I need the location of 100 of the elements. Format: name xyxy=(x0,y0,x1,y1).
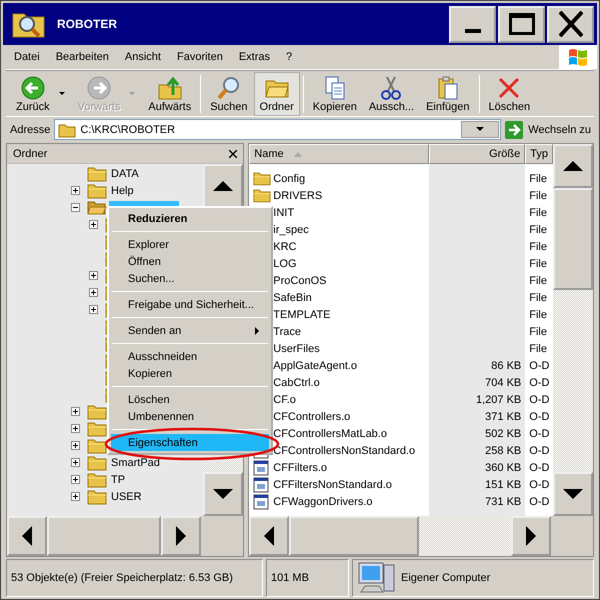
tree-item[interactable]: SmartPad xyxy=(109,456,162,468)
toolbar-button[interactable]: Zurück xyxy=(10,72,56,116)
status-text: Eigener Computer xyxy=(401,572,490,584)
menu-item[interactable]: Öffnen xyxy=(111,253,269,270)
file-type: File xyxy=(529,224,547,236)
dropdown-button[interactable] xyxy=(461,121,500,138)
file-type: File xyxy=(529,190,547,202)
file-name[interactable]: Config xyxy=(273,172,306,184)
horizontal-scrollbar[interactable] xyxy=(249,516,593,556)
file-size: 360 KB xyxy=(485,462,522,474)
menu-item[interactable]: Datei xyxy=(6,51,48,63)
scroll-left-button[interactable] xyxy=(7,516,47,556)
tree-item[interactable]: Help xyxy=(109,184,136,196)
expander-icon[interactable] xyxy=(89,288,98,297)
expander-icon[interactable] xyxy=(89,271,98,280)
menu-item[interactable]: Explorer xyxy=(111,236,269,253)
file-name[interactable]: CFControllersNonStandard.o xyxy=(273,444,416,456)
expander-icon[interactable] xyxy=(71,458,80,467)
column-header[interactable]: Typ xyxy=(525,144,553,164)
scroll-down-button[interactable] xyxy=(553,472,593,516)
horizontal-scrollbar[interactable] xyxy=(7,516,244,556)
file-size: 1,207 KB xyxy=(476,394,522,406)
file-name[interactable]: KRC xyxy=(273,240,296,252)
close-button[interactable] xyxy=(229,150,238,158)
right-triangle-icon xyxy=(526,526,536,546)
expander-icon[interactable] xyxy=(89,220,98,229)
file-name[interactable]: CFFiltersNonStandard.o xyxy=(273,478,392,490)
file-name[interactable]: CF.o xyxy=(273,394,296,406)
flag-icon xyxy=(569,48,587,66)
scrollbar-thumb[interactable] xyxy=(553,188,593,290)
menu-item[interactable]: Senden an xyxy=(111,322,269,339)
window-title: ROBOTER xyxy=(57,17,118,31)
status-text: 101 MB xyxy=(271,572,309,584)
file-name[interactable]: CFControllersMatLab.o xyxy=(273,428,387,440)
program-file-icon xyxy=(253,476,270,492)
tree-item[interactable]: USER xyxy=(109,490,144,502)
menu-item[interactable]: Bearbeiten xyxy=(48,51,117,63)
scroll-right-button[interactable] xyxy=(511,516,551,556)
scrollbar-thumb[interactable] xyxy=(289,516,420,556)
menu-item[interactable]: Löschen xyxy=(111,391,269,408)
file-name[interactable]: LOG xyxy=(273,258,296,270)
menu-item[interactable]: Kopieren xyxy=(111,365,269,382)
menu-item[interactable]: ? xyxy=(278,51,300,63)
menu-item[interactable]: Freigabe und Sicherheit... xyxy=(111,296,269,313)
file-name[interactable]: DRIVERS xyxy=(273,190,322,202)
tree-item[interactable]: DATA xyxy=(109,168,141,180)
toolbar-button[interactable]: Aussch... xyxy=(362,72,420,116)
address-field[interactable]: C:\KRC\ROBOTER xyxy=(54,119,502,140)
file-name[interactable]: CFControllers.o xyxy=(273,410,350,422)
toolbar-button[interactable]: Einfügen xyxy=(420,72,476,116)
column-header[interactable]: Größe xyxy=(429,144,526,164)
expander-icon[interactable] xyxy=(71,186,80,195)
toolbar-button[interactable]: Löschen xyxy=(482,72,536,116)
toolbar-button[interactable]: Aufwärts xyxy=(142,72,198,116)
expander-icon[interactable] xyxy=(71,492,80,501)
menu-item[interactable]: Umbenennen xyxy=(111,408,269,425)
scroll-right-button[interactable] xyxy=(161,516,202,556)
file-name[interactable]: ApplGateAgent.o xyxy=(273,360,358,372)
menu-item[interactable]: Suchen... xyxy=(111,270,269,287)
file-name[interactable]: UserFiles xyxy=(273,342,320,354)
column-header[interactable]: Name xyxy=(249,144,430,164)
file-name[interactable]: SafeBin xyxy=(273,292,312,304)
menu-item[interactable]: Extras xyxy=(230,51,278,63)
file-name[interactable]: INIT xyxy=(273,206,294,218)
toolbar-button[interactable]: Kopieren xyxy=(306,72,363,116)
scroll-up-button[interactable] xyxy=(203,164,244,208)
minimize-button[interactable] xyxy=(449,6,496,42)
scrollbar-thumb[interactable] xyxy=(47,516,162,556)
file-type: O-D xyxy=(529,410,550,422)
file-size: 151 KB xyxy=(485,478,522,490)
menu-item[interactable]: Ausschneiden xyxy=(111,348,269,365)
expander-icon[interactable] xyxy=(89,305,98,314)
toolbar-button[interactable]: Ordner xyxy=(254,72,300,116)
scroll-down-button[interactable] xyxy=(203,472,244,516)
file-name[interactable]: CFWaggonDrivers.o xyxy=(273,496,372,508)
file-type: File xyxy=(529,342,547,354)
file-size: 86 KB xyxy=(491,360,522,372)
tree-item[interactable]: TP xyxy=(109,474,128,486)
maximize-button[interactable] xyxy=(498,6,545,42)
expander-icon[interactable] xyxy=(71,407,80,416)
file-name[interactable]: ProConOS xyxy=(273,274,326,286)
file-name[interactable]: Trace xyxy=(273,326,301,338)
go-button[interactable]: Wechseln zu xyxy=(505,118,594,140)
expander-icon[interactable] xyxy=(71,441,80,450)
expander-icon[interactable] xyxy=(71,203,80,212)
submenu-arrow-icon xyxy=(255,326,259,334)
file-name[interactable]: ir_spec xyxy=(273,224,309,236)
scroll-left-button[interactable] xyxy=(249,516,290,556)
expander-icon[interactable] xyxy=(71,475,80,484)
file-name[interactable]: CFFilters.o xyxy=(273,462,328,474)
menu-item[interactable]: Reduzieren xyxy=(111,210,269,227)
file-name[interactable]: CabCtrl.o xyxy=(273,376,320,388)
file-type: File xyxy=(529,258,547,270)
file-type: File xyxy=(529,308,547,320)
file-name[interactable]: TEMPLATE xyxy=(273,308,331,320)
menu-item[interactable]: Favoriten xyxy=(168,51,231,63)
toolbar-button[interactable]: Suchen xyxy=(204,72,254,116)
menu-item[interactable]: Ansicht xyxy=(116,51,169,63)
expander-icon[interactable] xyxy=(71,424,80,433)
scroll-up-button[interactable] xyxy=(553,144,593,188)
